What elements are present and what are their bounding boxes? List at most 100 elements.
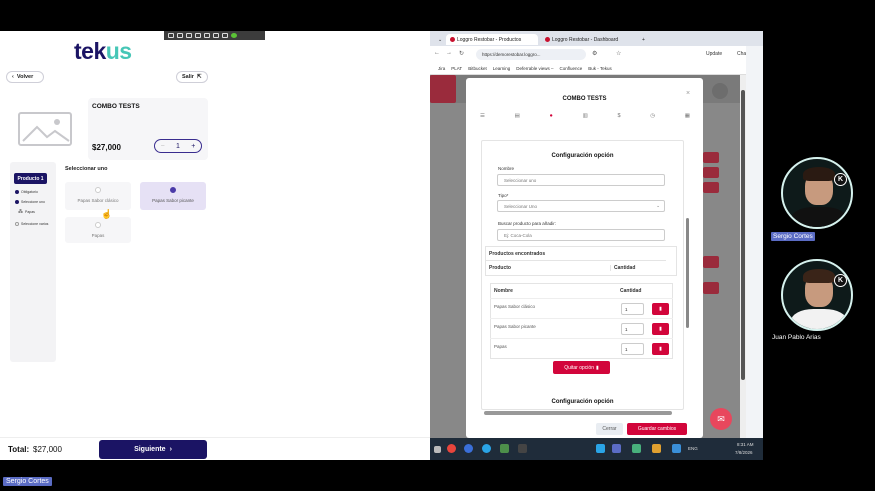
qty-input[interactable]: 1 [621,323,644,335]
background-button [703,182,719,193]
extension-icon[interactable]: ⚙ [592,50,597,57]
chat-bubble-icon[interactable]: ✉ [710,408,732,430]
bookmarks-bar: Jira PLAT Bitbucket Learning Deferrable … [430,63,763,75]
loggro-favicon [545,37,550,42]
list-icon[interactable]: ☰ [480,113,485,119]
table-row: Papas Sabor clásico 1 ▮ [490,298,673,318]
page-scrollbar-thumb[interactable] [741,90,745,380]
modal-title: COMBO TESTS [562,96,607,102]
update-button[interactable]: Update [706,51,722,57]
check-icon [15,200,19,204]
grid-icon[interactable]: ▦ [685,113,690,119]
bookmark[interactable]: Deferrable views – [516,66,553,71]
browser-tab[interactable]: Loggro Restobar - Dashboard [541,34,633,45]
tray-icon[interactable] [612,444,621,453]
trash-icon: ▮ [659,326,662,332]
chrome-icon[interactable] [447,444,456,453]
bookmark[interactable]: Bitbucket [468,66,487,71]
tab-product-1[interactable]: Producto 1 [14,173,47,184]
trash-icon: ▮ [595,364,599,371]
tekus-logo: tekus [74,38,132,64]
back-arrow-icon[interactable]: ← [434,50,440,56]
toolbar-icon [195,33,201,38]
col-header-qty: Cantidad [620,288,642,294]
delete-button[interactable]: ▮ [652,343,669,355]
tray-icon[interactable] [596,444,605,453]
combo-title: COMBO TESTS [92,103,140,110]
section-heading: Seleccionar uno [65,166,108,172]
remove-option-button[interactable]: Quitar opción ▮ [553,361,610,374]
qty-input[interactable]: 1 [621,303,644,315]
chevron-right-icon: › [169,446,172,453]
option-card[interactable]: Papas Sabor clásico [65,182,131,210]
app-icon[interactable] [518,444,527,453]
reload-icon[interactable]: ↻ [459,50,464,57]
col-header-name: Nombre [494,288,513,294]
clipboard-icon[interactable]: ▥ [583,113,588,119]
quantity-stepper[interactable]: − 1 + [154,139,202,153]
bookmark[interactable]: Buk - Tekus [588,66,611,71]
tray-icon[interactable] [632,444,641,453]
presenter-name-tag: Sergio Cortes [3,477,52,486]
star-icon[interactable]: ☆ [616,50,621,57]
url-bar[interactable]: https://demorestobar.loggro... [476,49,586,60]
save-changes-button[interactable]: Guardar cambios [627,423,687,435]
tray-icon[interactable] [652,444,661,453]
tab-list-icon[interactable]: ⌄ [434,34,442,45]
k-badge-icon: K [834,274,847,287]
delete-button[interactable]: ▮ [652,303,669,315]
app-icon[interactable] [464,444,473,453]
app-icon[interactable] [500,444,509,453]
dollar-icon[interactable]: $ [617,113,620,119]
table-icon[interactable]: ▤ [515,113,520,119]
background-button [703,167,719,178]
close-icon[interactable]: × [686,90,690,97]
k-badge-icon: K [834,173,847,186]
minus-button[interactable]: − [161,143,165,150]
qty-input[interactable]: 1 [621,343,644,355]
background-button [703,256,719,268]
option-card-selected[interactable]: Papas Sabor picante [140,182,206,210]
bag-icon[interactable]: ● [550,113,553,119]
table-row: Papas 1 ▮ [490,338,673,358]
exit-button[interactable]: Salir ⇱ [176,71,208,83]
back-button[interactable]: ‹ Volver [6,71,44,83]
bookmark[interactable]: Confluence [559,66,582,71]
delete-button[interactable]: ▮ [652,323,669,335]
horizontal-scrollbar[interactable] [484,411,672,415]
plus-button[interactable]: + [191,143,195,150]
option-card[interactable]: Papas [65,217,131,243]
tray-icon[interactable] [672,444,681,453]
circle-icon [15,222,19,226]
bookmark[interactable]: Learning [493,66,511,71]
language-indicator[interactable]: ENG [688,446,698,451]
toolbar-icon [204,33,210,38]
next-button[interactable]: Siguiente › [99,440,207,459]
image-placeholder-icon [18,112,72,146]
start-icon[interactable] [434,446,441,453]
toolbar-icon [186,33,192,38]
product-search-input[interactable]: Ej: Coca-Cola [497,229,665,241]
toolbar-icon [213,33,219,38]
participant-avatar[interactable] [781,259,853,331]
clock-icon[interactable]: ◷ [650,113,655,119]
app-icon[interactable] [482,444,491,453]
type-select[interactable]: Seleccionar Uno ⌄ [497,200,665,212]
new-tab-icon[interactable]: + [638,34,648,45]
name-label: Nombre [498,166,515,171]
bookmark[interactable]: Jira [438,66,445,71]
tekus-app-screen: tekus ‹ Volver Salir ⇱ COMBO TESTS $27,0… [0,31,430,460]
exit-icon: ⇱ [196,74,202,80]
close-button[interactable]: Cerrar [596,423,623,435]
participant-avatar[interactable] [781,157,853,229]
name-field[interactable]: Seleccionar uno [497,174,665,186]
bookmark[interactable]: PLAT [451,66,462,71]
screen-share-toolbar[interactable] [164,31,265,40]
radio-icon [95,187,101,193]
forward-arrow-icon[interactable]: → [446,50,452,56]
panel-scrollbar-thumb[interactable] [686,218,689,328]
clock-date: 7/8/2026 [735,450,753,455]
background-button [703,282,719,294]
search-label: Buscar producto para añadir: [498,221,557,226]
browser-tab[interactable]: Loggro Restobar - Productos [446,34,538,45]
